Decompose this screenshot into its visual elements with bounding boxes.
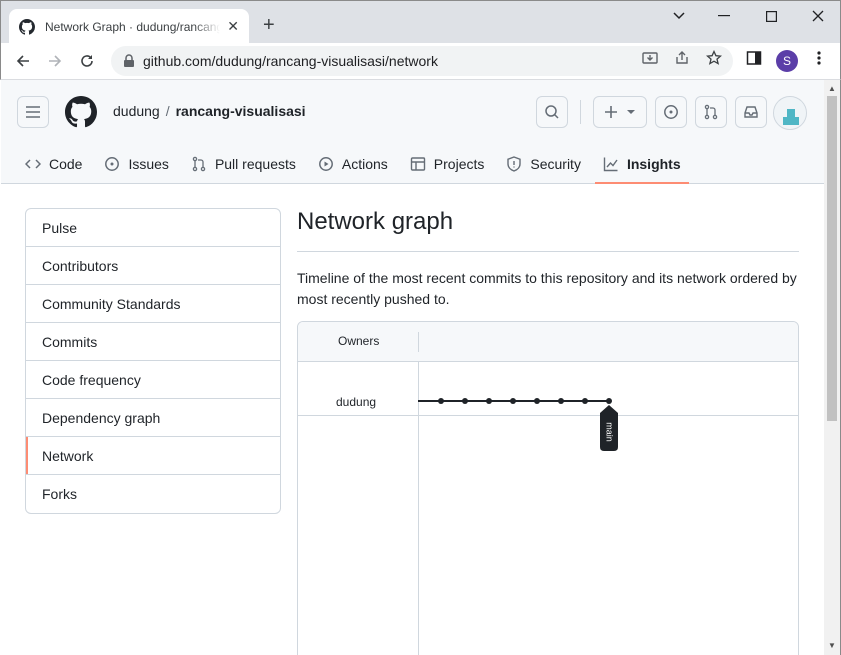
tab-close-icon[interactable]: ✕ [227,18,239,35]
reload-icon[interactable] [77,51,97,71]
github-logo-icon[interactable] [65,96,97,128]
issues-button[interactable] [655,96,687,128]
inbox-icon [744,106,758,118]
tab-actions-label: Actions [341,156,388,172]
code-icon [25,156,41,172]
header-divider [580,100,581,124]
scroll-down-icon[interactable]: ▼ [828,641,836,650]
graph-icon [603,156,619,172]
tab-pull-requests-label: Pull requests [214,156,296,172]
install-app-icon[interactable] [641,49,659,67]
sidebar-item-community-standards[interactable]: Community Standards [26,285,280,323]
commit-dot[interactable] [438,398,444,404]
tab-code-label: Code [49,156,83,172]
tab-title: Network Graph · dudung/rancang-visualisa… [45,19,220,34]
tab-security[interactable]: Security [498,144,589,184]
github-favicon-icon [19,18,35,35]
tab-search-icon[interactable] [669,6,689,26]
profile-avatar[interactable]: S [776,50,798,72]
commit-dot[interactable] [486,398,492,404]
breadcrumb: dudung / rancang-visualisasi [113,103,306,119]
back-icon[interactable] [13,51,33,71]
network-graph[interactable]: Owners dudung main [297,321,799,655]
network-graph-canvas: main [418,398,618,451]
tab-issues[interactable]: Issues [96,144,176,184]
url-text: github.com/dudung/rancang-visualisasi/ne… [143,53,438,69]
maximize-icon[interactable] [761,6,781,26]
more-menu-icon[interactable] [810,49,828,67]
scroll-thumb[interactable] [827,96,837,421]
branch-label-tag: main [600,405,618,451]
sidebar-item-dependency-graph[interactable]: Dependency graph [26,399,280,437]
main-content: Network graph Timeline of the most recen… [297,208,799,310]
inbox-button[interactable] [735,96,767,128]
table-icon [410,156,426,172]
commit-dot[interactable] [606,398,612,404]
hamburger-menu-button[interactable] [17,96,49,128]
commit-dot[interactable] [534,398,540,404]
page-scrollbar[interactable]: ▲ ▼ [824,80,841,655]
page-title: Network graph [297,208,799,252]
close-window-icon[interactable] [808,6,828,26]
user-avatar[interactable] [773,96,807,130]
search-button[interactable] [536,96,568,128]
issue-icon [104,156,120,172]
create-new-button[interactable] [593,96,647,128]
sidebar-item-network[interactable]: Network [26,437,280,475]
page-description: Timeline of the most recent commits to t… [297,270,797,307]
sidebar-item-commits[interactable]: Commits [26,323,280,361]
browser-toolbar: github.com/dudung/rancang-visualisasi/ne… [0,43,841,80]
commit-dot[interactable] [462,398,468,404]
sidebar-item-pulse[interactable]: Pulse [26,209,280,247]
plus-icon [605,106,617,118]
commit-dot[interactable] [510,398,516,404]
tab-actions[interactable]: Actions [310,144,396,184]
new-tab-icon[interactable]: + [263,15,275,35]
pull-request-icon [704,104,718,120]
minimize-icon[interactable] [714,6,734,26]
tab-insights-label: Insights [626,156,681,172]
tab-pull-requests[interactable]: Pull requests [183,144,304,184]
browser-tabstrip: Network Graph · dudung/rancang-visualisa… [0,0,841,44]
sidebar-item-forks[interactable]: Forks [26,475,280,513]
sidebar-item-code-frequency[interactable]: Code frequency [26,361,280,399]
tab-projects[interactable]: Projects [402,144,493,184]
shield-icon [506,156,522,172]
insights-sidebar: Pulse Contributors Community Standards C… [25,208,281,514]
scroll-up-icon[interactable]: ▲ [828,84,836,93]
pull-requests-button[interactable] [695,96,727,128]
menu-icon [26,106,40,118]
address-bar[interactable]: github.com/dudung/rancang-visualisasi/ne… [111,46,733,76]
forward-icon[interactable] [45,51,65,71]
share-icon[interactable] [673,49,691,67]
tab-issues-label: Issues [128,156,169,172]
repo-header: dudung / rancang-visualisasi Code Issues… [1,80,824,184]
branch-label: main [605,422,615,442]
tab-insights[interactable]: Insights [594,144,689,184]
play-icon [318,156,334,172]
issue-icon [664,105,678,119]
commit-dot[interactable] [582,398,588,404]
caret-down-icon [627,110,635,114]
search-icon [545,105,559,119]
identicon-icon [774,97,806,129]
side-panel-icon[interactable] [745,49,763,67]
repo-nav: Code Issues Pull requests Actions Projec… [17,144,695,184]
page-viewport: dudung / rancang-visualisasi Code Issues… [1,80,824,655]
repo-owner-link[interactable]: dudung [113,103,160,119]
pull-request-icon [191,156,207,172]
tab-code[interactable]: Code [17,144,90,184]
commit-dot[interactable] [558,398,564,404]
browser-tab[interactable]: Network Graph · dudung/rancang-visualisa… [9,9,249,44]
bookmark-star-icon[interactable] [705,49,723,67]
repo-name-link[interactable]: rancang-visualisasi [176,103,306,119]
lock-icon [124,54,134,67]
tab-projects-label: Projects [433,156,485,172]
sidebar-item-contributors[interactable]: Contributors [26,247,280,285]
tab-security-label: Security [530,156,581,172]
breadcrumb-separator: / [165,103,170,119]
